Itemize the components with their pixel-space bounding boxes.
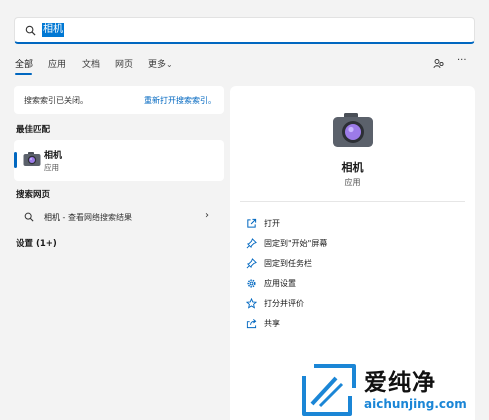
action-open[interactable]: 打开 <box>246 216 461 232</box>
action-app-settings[interactable]: 应用设置 <box>246 276 461 292</box>
web-search-query: 相机 <box>44 213 60 222</box>
open-icon <box>247 218 257 228</box>
reenable-index-link[interactable]: 重新打开搜索索引。 <box>144 95 216 106</box>
best-match-heading: 最佳匹配 <box>16 125 51 135</box>
search-query-text: 相机 <box>42 23 64 37</box>
pin-icon <box>246 238 257 249</box>
camera-app-icon <box>333 113 373 147</box>
chevron-right-icon: › <box>205 210 209 221</box>
action-rate-review-label: 打分并评价 <box>264 299 304 308</box>
search-icon <box>25 25 36 36</box>
notice-text: 搜索索引已关闭。 <box>24 96 88 105</box>
detail-title: 相机 <box>341 161 364 174</box>
action-app-settings-label: 应用设置 <box>264 279 296 288</box>
tab-web[interactable]: 网页 <box>115 57 133 70</box>
search-input[interactable]: 相机 <box>14 17 475 44</box>
pin-icon <box>246 258 257 269</box>
tab-apps[interactable]: 应用 <box>48 57 66 70</box>
watermark-cn-text: 爱纯净 <box>364 370 436 396</box>
action-pin-taskbar[interactable]: 固定到任务栏 <box>246 256 461 272</box>
web-search-suffix: - 查看网络搜索结果 <box>60 213 132 222</box>
star-icon <box>246 298 257 309</box>
best-match-item[interactable]: 相机 应用 <box>14 140 224 181</box>
chevron-down-icon: ⌄ <box>166 60 173 69</box>
watermark: 爱纯净 aichunjing.com <box>300 362 485 418</box>
watermark-logo <box>302 364 356 416</box>
share-icon <box>246 319 257 329</box>
active-tab-indicator <box>15 73 32 75</box>
watermark-en-text: aichunjing.com <box>364 397 467 411</box>
action-share-label: 共享 <box>264 319 280 328</box>
detail-divider <box>240 201 465 202</box>
action-open-label: 打开 <box>264 219 280 228</box>
gear-icon <box>247 279 256 288</box>
action-pin-start-label: 固定到"开始"屏幕 <box>264 239 328 248</box>
tab-documents[interactable]: 文档 <box>82 57 100 70</box>
camera-icon <box>23 152 41 166</box>
best-match-type: 应用 <box>44 163 59 172</box>
more-options-icon[interactable]: ··· <box>457 55 467 66</box>
account-switch-icon[interactable] <box>433 58 445 70</box>
search-icon <box>24 212 34 222</box>
web-search-text: 相机 - 查看网络搜索结果 <box>44 212 132 223</box>
action-rate-review[interactable]: 打分并评价 <box>246 296 461 312</box>
search-index-notice: 搜索索引已关闭。 重新打开搜索索引。 <box>14 86 224 114</box>
action-share[interactable]: 共享 <box>246 316 461 332</box>
tab-all[interactable]: 全部 <box>15 57 33 70</box>
tab-more[interactable]: 更多⌄ <box>148 57 173 70</box>
web-search-heading: 搜索网页 <box>16 190 51 200</box>
detail-type: 应用 <box>344 178 361 187</box>
tab-more-label: 更多 <box>148 60 167 70</box>
action-pin-start[interactable]: 固定到"开始"屏幕 <box>246 236 461 252</box>
selection-indicator <box>14 152 17 168</box>
web-search-result[interactable]: 相机 - 查看网络搜索结果 › <box>14 207 224 227</box>
action-pin-taskbar-label: 固定到任务栏 <box>264 259 312 268</box>
settings-heading[interactable]: 设置 (1+) <box>16 237 57 249</box>
best-match-name: 相机 <box>44 151 63 161</box>
